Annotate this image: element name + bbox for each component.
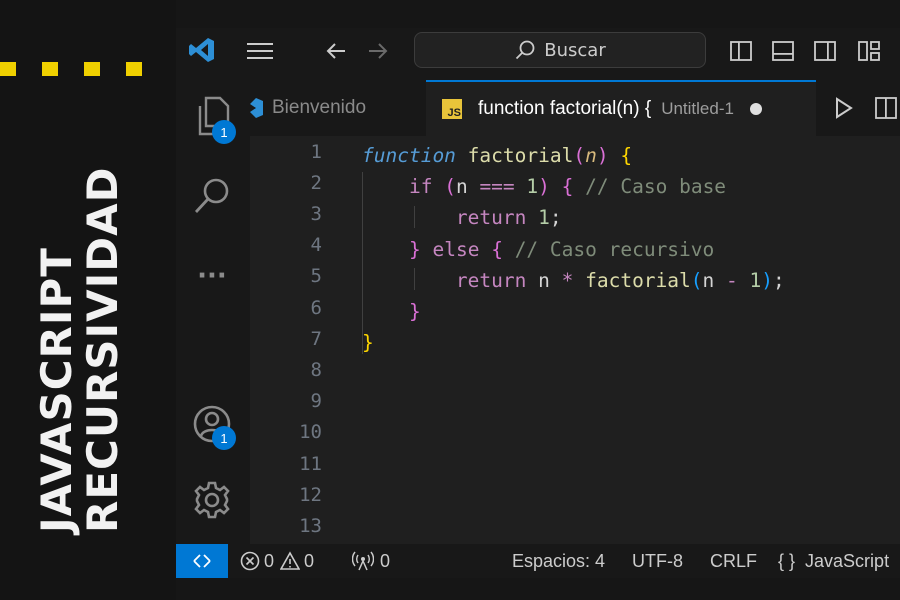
banner: JAVASCRIPT RECURSIVIDAD [0, 0, 176, 600]
banner-title: JAVASCRIPT RECURSIVIDAD [32, 113, 127, 533]
accent-dash [84, 62, 100, 76]
banner-title-line1: JAVASCRIPT [32, 247, 81, 533]
remote-indicator[interactable] [176, 544, 228, 578]
search-icon [514, 39, 536, 61]
vscode-logo-icon [184, 34, 220, 66]
accent-dash [42, 62, 58, 76]
activity-bar: 1 ··· 1 [176, 80, 250, 544]
problems-status[interactable]: 0 0 [240, 544, 314, 578]
broadcast-icon [352, 551, 374, 571]
warning-icon [280, 551, 301, 571]
line-number: 10 [299, 421, 322, 443]
tab-label: Bienvenido [272, 97, 367, 118]
eol-status[interactable]: CRLF [710, 544, 757, 578]
line-number: 13 [299, 515, 322, 537]
line-number: 2 [310, 172, 322, 194]
forward-arrow-icon[interactable] [364, 36, 392, 66]
split-editor-icon[interactable] [872, 93, 900, 123]
tab-bar: Bienvenido JS function factorial(n) { Un… [250, 80, 900, 137]
unsaved-dot-icon[interactable] [749, 103, 762, 115]
javascript-file-icon: JS [442, 99, 462, 119]
back-arrow-icon[interactable] [322, 36, 350, 66]
settings-gear-icon[interactable] [190, 478, 234, 522]
line-number: 3 [310, 203, 322, 225]
menu-icon[interactable] [242, 36, 278, 66]
line-number: 6 [310, 297, 322, 319]
warning-count: 0 [304, 550, 315, 571]
customize-layout-icon[interactable] [855, 36, 883, 66]
search-icon[interactable] [190, 174, 234, 218]
ports-status[interactable]: 0 [352, 544, 390, 578]
line-number: 11 [299, 453, 322, 475]
line-number: 12 [299, 484, 322, 506]
toggle-sidebar-icon[interactable] [727, 36, 755, 66]
line-number: 1 [310, 141, 322, 163]
tab-detail: Untitled-1 [661, 99, 734, 118]
indentation-status[interactable]: Espacios: 4 [512, 544, 605, 578]
tab-bienvenido[interactable]: Bienvenido [250, 80, 422, 136]
editor-window: Buscar 1 ··· 1 Bienvenido JS function fa… [176, 28, 900, 578]
vscode-logo-icon [250, 97, 264, 119]
line-number: 4 [310, 234, 322, 256]
language-label: JavaScript [805, 550, 890, 571]
run-play-icon[interactable] [830, 93, 858, 123]
toggle-panel-icon[interactable] [769, 36, 797, 66]
search-label: Buscar [544, 39, 606, 61]
code-content: function factorial(n) { if (n === 1) { /… [362, 144, 785, 355]
ports-count: 0 [380, 550, 391, 571]
remote-icon [193, 554, 211, 568]
accent-dash [0, 62, 16, 76]
accounts-badge: 1 [212, 426, 236, 450]
tab-label: function factorial(n) { [478, 98, 652, 119]
title-bar: Buscar [176, 28, 900, 80]
encoding-status[interactable]: UTF-8 [632, 544, 683, 578]
more-icon[interactable]: ··· [190, 256, 234, 296]
status-bar: 0 0 0 Espacios: 4 UTF-8 CRLF { } JavaScr… [176, 544, 900, 578]
toggle-secondary-sidebar-icon[interactable] [811, 36, 839, 66]
line-number: 7 [310, 328, 322, 350]
code-editor[interactable]: 1 2 3 4 5 6 7 8 9 10 11 12 13 function f… [250, 136, 900, 544]
line-number: 8 [310, 359, 322, 381]
search-box[interactable]: Buscar [414, 32, 706, 68]
error-count: 0 [264, 550, 275, 571]
language-status[interactable]: { } JavaScript [778, 544, 889, 578]
explorer-badge: 1 [212, 120, 236, 144]
banner-title-line2: RECURSIVIDAD [78, 166, 127, 533]
accent-dash [126, 62, 142, 76]
line-number: 9 [310, 390, 322, 412]
brackets-icon: { } [778, 550, 796, 571]
line-number: 5 [310, 265, 322, 287]
tab-factorial[interactable]: JS function factorial(n) { Untitled-1 [426, 80, 816, 136]
error-icon [240, 551, 260, 571]
